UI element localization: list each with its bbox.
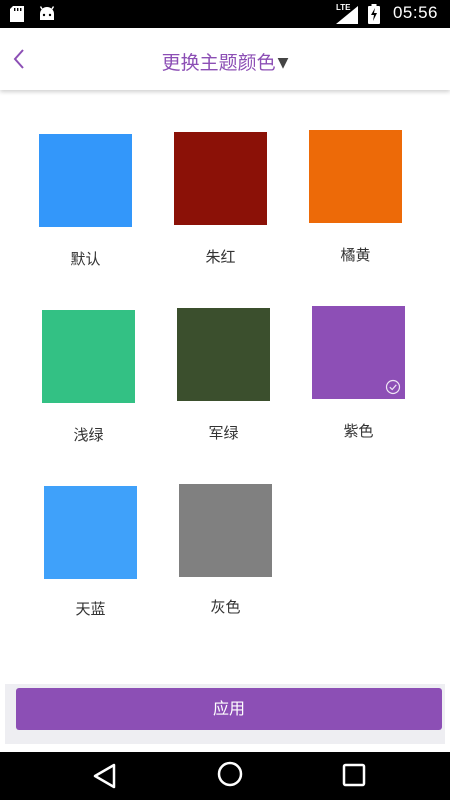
theme-swatch[interactable] — [177, 308, 270, 401]
battery-charging-icon — [368, 4, 380, 24]
theme-swatch[interactable] — [174, 132, 267, 225]
nav-bar — [0, 752, 450, 800]
android-icon — [39, 6, 55, 20]
theme-label: 默认 — [70, 250, 101, 268]
status-time: 05:56 — [392, 3, 438, 22]
bottom-panel: 应用 — [5, 684, 445, 744]
theme-label: 朱红 — [205, 248, 236, 266]
theme-swatch[interactable] — [44, 486, 137, 579]
theme-swatch[interactable] — [39, 134, 132, 227]
theme-swatch[interactable] — [179, 484, 272, 577]
nav-recent-icon[interactable] — [342, 763, 366, 787]
sd-card-icon — [10, 6, 24, 22]
theme-label: 紫色 — [343, 422, 374, 440]
page-title-dropdown[interactable]: 更换主题颜色 ▼ — [0, 48, 450, 75]
toolbar: 更换主题颜色 ▼ — [0, 28, 450, 90]
theme-swatch[interactable] — [42, 310, 135, 403]
nav-back-icon[interactable] — [92, 762, 118, 790]
theme-swatch[interactable] — [312, 306, 405, 399]
app-body: 更换主题颜色 ▼ 默认 朱红 橘黄浅绿 军绿 紫色天蓝 灰色 应用 — [0, 28, 450, 752]
caret-down-icon: ▼ — [277, 55, 289, 71]
theme-label: 橘黄 — [340, 246, 371, 264]
theme-label: 军绿 — [208, 424, 239, 442]
page-title: 更换主题颜色 — [161, 52, 276, 74]
theme-label: 灰色 — [210, 598, 241, 616]
theme-label: 天蓝 — [75, 600, 106, 618]
theme-label: 浅绿 — [73, 426, 104, 444]
theme-swatch[interactable] — [309, 130, 402, 223]
nav-home-icon[interactable] — [216, 760, 244, 788]
check-circle-icon — [385, 379, 401, 395]
status-bar: LTE 05:56 — [0, 0, 450, 28]
apply-button[interactable]: 应用 — [16, 688, 442, 730]
signal-icon — [336, 6, 358, 24]
